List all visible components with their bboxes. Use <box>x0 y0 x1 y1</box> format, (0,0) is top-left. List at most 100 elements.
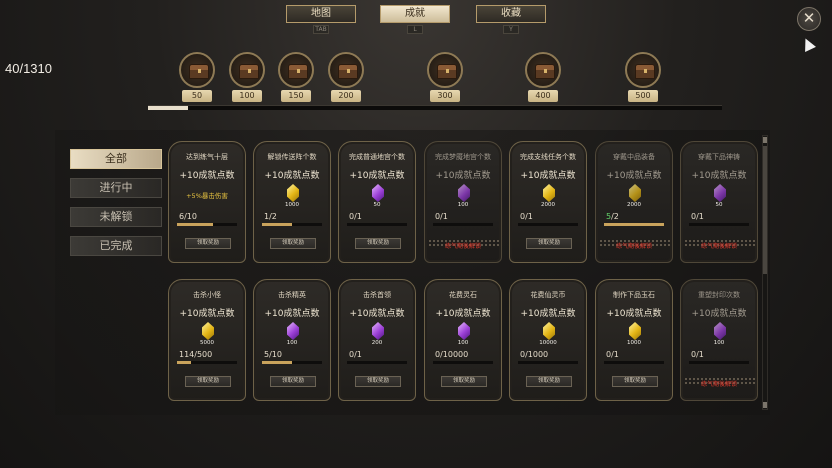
chest-frame <box>525 52 561 88</box>
milestone-threshold: 300 <box>430 90 460 102</box>
achievement-progress-bar <box>604 361 664 364</box>
reward-amount: 100 <box>713 340 725 346</box>
tab-achievements-hotkey: L <box>407 25 423 34</box>
unlock-requirement: 练气期後解锁 <box>615 243 652 250</box>
reward-amount: 100 <box>457 340 469 346</box>
reward-amount: 1000 <box>627 340 641 346</box>
filter-locked[interactable]: 未解锁 <box>70 207 162 227</box>
achievement-progress-fill <box>262 223 292 226</box>
milestone-progress-bar <box>148 105 722 110</box>
spirit-stone-icon <box>287 184 299 202</box>
filter-in-progress[interactable]: 进行中 <box>70 178 162 198</box>
tab-collection-hotkey: Y <box>503 25 519 34</box>
claim-reward-button[interactable]: 领取奖励 <box>270 376 316 387</box>
claim-reward-button[interactable]: 领取奖励 <box>270 238 316 249</box>
milestone-reward[interactable]: 200 <box>328 52 364 102</box>
achievement-title: 制作下品玉石 <box>613 291 655 299</box>
unlock-requirement: 练气期後解锁 <box>444 243 481 250</box>
milestone-reward[interactable]: 100 <box>229 52 265 102</box>
reward-amount: 200 <box>371 340 383 346</box>
achievement-title: 完成梦魇地宫个数 <box>435 153 491 161</box>
achievement-progress: 0/10000 <box>435 350 469 359</box>
chest-icon <box>535 64 555 79</box>
achievement-progress: 6/10 <box>179 212 197 221</box>
achievement-card: 重塑封印次数 +10成就点数 100 0/1 练气期後解锁 <box>680 279 758 401</box>
claim-reward-button[interactable]: 领取奖励 <box>355 376 401 387</box>
achievement-points: +10成就点数 <box>520 171 576 181</box>
chest-icon <box>338 64 358 79</box>
spirit-stone-icon <box>714 322 726 340</box>
achievement-progress: 0/1000 <box>520 350 549 359</box>
claim-reward-button[interactable]: 领取奖励 <box>185 238 231 249</box>
achievement-points: +10成就点数 <box>435 171 491 181</box>
milestone-reward[interactable]: 300 <box>427 52 463 102</box>
achievement-card: 花费仙灵币 +10成就点数 10000 0/1000 领取奖励 <box>509 279 587 401</box>
chest-frame <box>328 52 364 88</box>
achievement-points: +10成就点数 <box>179 309 235 319</box>
achievement-progress-bar <box>518 361 578 364</box>
spirit-stone-icon <box>458 184 470 202</box>
milestone-reward[interactable]: 400 <box>525 52 561 102</box>
reward-amount: 2000 <box>627 202 641 208</box>
scroll-down-icon[interactable] <box>763 402 767 408</box>
achievement-card: 解锁传送阵个数 +10成就点数 1000 1/2 领取奖励 <box>253 141 331 263</box>
achievement-progress-fill <box>177 361 191 364</box>
reward-amount: 100 <box>286 340 298 346</box>
tab-collection[interactable]: 收藏 <box>476 5 546 23</box>
achievement-card: 击杀精英 +10成就点数 100 5/10 领取奖励 <box>253 279 331 401</box>
achievement-title: 达到练气十层 <box>186 153 228 161</box>
claim-reward-button[interactable]: 领取奖励 <box>355 238 401 249</box>
achievement-title: 穿戴中品装备 <box>613 153 655 161</box>
milestone-reward[interactable]: 500 <box>625 52 661 102</box>
spirit-stone-icon <box>543 322 555 340</box>
claim-reward-button[interactable]: 领取奖励 <box>526 376 572 387</box>
achievement-title: 完成普通地宫个数 <box>349 153 405 161</box>
achievement-card: 穿戴下品神铸 +10成就点数 50 0/1 练气期後解锁 <box>680 141 758 263</box>
reward-amount: 100 <box>457 202 469 208</box>
scrollbar[interactable] <box>762 135 768 410</box>
achievement-progress: 0/1 <box>691 212 704 221</box>
reward-amount: 1000 <box>285 202 299 208</box>
achievement-card: 完成普通地宫个数 +10成就点数 50 0/1 领取奖励 <box>338 141 416 263</box>
scrollbar-thumb[interactable] <box>763 146 767 274</box>
achievement-points: +10成就点数 <box>264 171 320 181</box>
progress-target: /2 <box>611 212 619 221</box>
spirit-stone-icon <box>629 322 641 340</box>
achievement-progress-bar <box>177 361 237 364</box>
milestone-reward[interactable]: 150 <box>278 52 314 102</box>
milestone-threshold: 50 <box>182 90 212 102</box>
milestone-reward[interactable]: 50 <box>179 52 215 102</box>
achievement-progress: 0/1 <box>606 350 619 359</box>
milestone-threshold: 400 <box>528 90 558 102</box>
achievement-card: 完成梦魇地宫个数 +10成就点数 100 0/1 练气期後解锁 <box>424 141 502 263</box>
achievement-title: 重塑封印次数 <box>698 291 740 299</box>
achievement-title: 解锁传送阵个数 <box>267 153 317 161</box>
claim-reward-button[interactable]: 领取奖励 <box>612 376 658 387</box>
tab-map[interactable]: 地图 <box>286 5 356 23</box>
achievement-points: +10成就点数 <box>435 309 491 319</box>
achievement-progress-fill <box>604 223 664 226</box>
filter-all[interactable]: 全部 <box>70 149 162 169</box>
achievement-progress: 0/1 <box>435 212 448 221</box>
achievement-progress-bar <box>604 223 664 226</box>
achievement-progress: 5/10 <box>264 350 282 359</box>
achievement-title: 完成支线任务个数 <box>520 153 576 161</box>
achievement-progress: 0/1 <box>349 212 362 221</box>
close-icon[interactable]: ✕ <box>797 7 821 31</box>
claim-reward-button[interactable]: 领取奖励 <box>441 376 487 387</box>
reward-amount: 50 <box>715 202 723 208</box>
milestone-threshold: 500 <box>628 90 658 102</box>
claim-reward-button[interactable]: 领取奖励 <box>185 376 231 387</box>
scroll-up-icon[interactable] <box>763 137 767 143</box>
achievement-points: +10成就点数 <box>691 309 747 319</box>
achievement-progress-bar <box>689 361 749 364</box>
filter-completed[interactable]: 已完成 <box>70 236 162 256</box>
claim-reward-button[interactable]: 领取奖励 <box>526 238 572 249</box>
reward-amount: 2000 <box>541 202 555 208</box>
achievement-progress-bar <box>433 223 493 226</box>
achievement-points: +10成就点数 <box>606 171 662 181</box>
reward-amount: 5000 <box>200 340 214 346</box>
spirit-stone-icon <box>629 184 641 202</box>
tab-achievements[interactable]: 成就 <box>380 5 450 23</box>
reward-amount: 10000 <box>539 340 557 346</box>
